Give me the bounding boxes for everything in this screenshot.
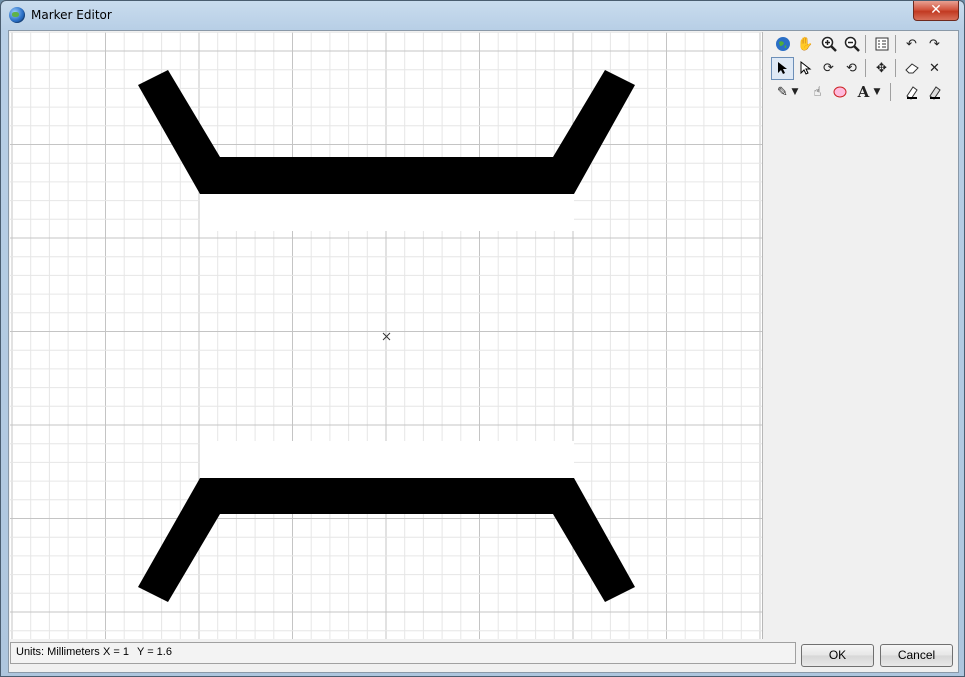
marker-editor-window: Marker Editor ✕ ✋ ↶ ↷ ⟳ ⟲ ✥ ✕ ✎ ▼ ☝ A ▼ … <box>0 0 965 677</box>
units-label: Units: Millimeters <box>16 646 100 658</box>
window-title: Marker Editor <box>31 8 112 22</box>
redo-icon[interactable]: ↷ <box>923 33 946 56</box>
toolbar-separator <box>865 59 866 77</box>
ok-button[interactable]: OK <box>801 644 874 667</box>
line-color-icon[interactable] <box>923 81 946 104</box>
marker-bottom-white-band <box>200 441 574 478</box>
hand-pan-icon[interactable]: ✋ <box>794 33 817 56</box>
toolbar-separator <box>895 59 896 77</box>
x-coordinate: X = 1 <box>103 646 129 658</box>
properties-icon[interactable] <box>870 33 893 56</box>
select-vertex-icon[interactable] <box>794 57 817 80</box>
globe-icon[interactable] <box>771 33 794 56</box>
delete-x-icon[interactable]: ✕ <box>923 57 946 80</box>
close-button[interactable]: ✕ <box>913 1 959 21</box>
globe-app-icon <box>9 7 25 23</box>
status-bar: Units: Millimeters X = 1 Y = 1.6 <box>10 642 796 664</box>
dropdown-arrow-icon[interactable]: ▼ <box>870 81 884 104</box>
toolbar-separator <box>865 35 866 53</box>
move-icon[interactable]: ✥ <box>870 57 893 80</box>
dropdown-arrow-icon[interactable]: ▼ <box>788 81 802 104</box>
select-arrow-icon[interactable] <box>771 57 794 80</box>
draw-ellipse-icon[interactable] <box>828 81 851 104</box>
draw-freehand-icon[interactable]: ☝ <box>806 81 829 104</box>
toolbar-separator <box>890 83 891 101</box>
y-coordinate: Y = 1.6 <box>137 646 172 658</box>
client-area: ✋ ↶ ↷ ⟳ ⟲ ✥ ✕ ✎ ▼ ☝ A ▼ Units: Millimete… <box>8 30 959 673</box>
eraser-icon[interactable] <box>900 57 923 80</box>
cancel-button[interactable]: Cancel <box>880 644 953 667</box>
marker-top-white-band <box>200 194 574 231</box>
rotate-icon[interactable]: ⟳ <box>817 57 840 80</box>
toolbar-separator <box>895 35 896 53</box>
tool-palette: ✋ ↶ ↷ ⟳ ⟲ ✥ ✕ ✎ ▼ ☝ A ▼ <box>766 33 954 113</box>
title-bar[interactable]: Marker Editor ✕ <box>1 1 964 29</box>
rotate-alt-icon[interactable]: ⟲ <box>840 57 863 80</box>
canvas-drawing <box>10 32 762 639</box>
zoom-out-icon[interactable] <box>840 33 863 56</box>
marker-canvas[interactable] <box>10 32 763 639</box>
undo-icon[interactable]: ↶ <box>900 33 923 56</box>
zoom-in-icon[interactable] <box>817 33 840 56</box>
fill-color-icon[interactable] <box>900 81 923 104</box>
